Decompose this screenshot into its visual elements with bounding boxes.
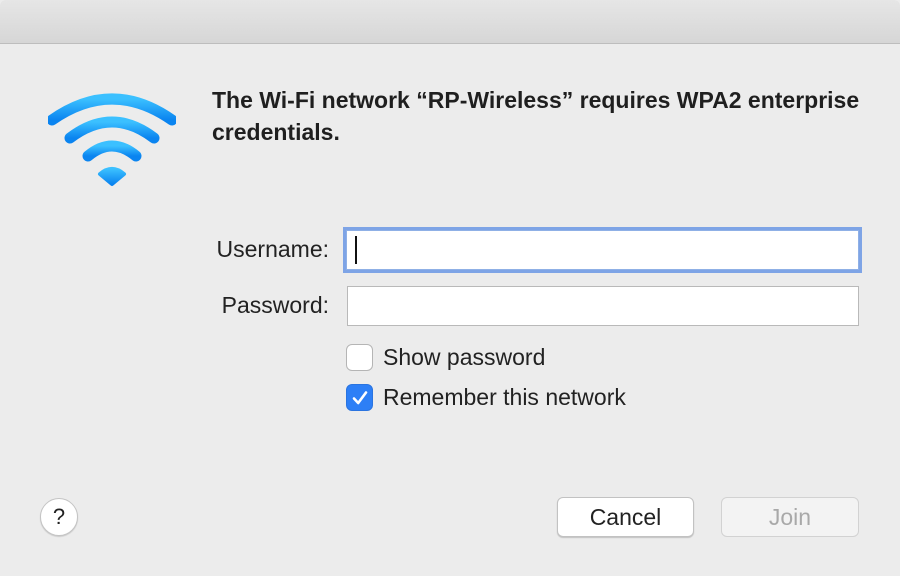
remember-network-label: Remember this network	[383, 384, 626, 410]
show-password-label: Show password	[383, 344, 546, 370]
cancel-button[interactable]: Cancel	[557, 497, 694, 537]
remember-network-checkbox[interactable]	[346, 384, 373, 411]
remember-network-option[interactable]: Remember this network	[346, 384, 626, 411]
username-field[interactable]	[346, 230, 859, 270]
username-label: Username:	[216, 236, 329, 262]
wifi-icon	[48, 93, 176, 186]
show-password-checkbox[interactable]	[346, 344, 373, 371]
password-field[interactable]	[347, 286, 859, 326]
help-button[interactable]: ?	[40, 498, 78, 536]
password-label: Password:	[221, 292, 329, 318]
wifi-credentials-dialog: The Wi-Fi network “RP-Wireless” requires…	[0, 0, 900, 576]
dialog-message: The Wi-Fi network “RP-Wireless” requires…	[212, 87, 860, 145]
show-password-option[interactable]: Show password	[346, 344, 545, 371]
checkmark-icon	[352, 390, 367, 404]
text-caret	[355, 236, 357, 264]
title-bar[interactable]	[0, 0, 900, 44]
join-button[interactable]: Join	[721, 497, 859, 537]
